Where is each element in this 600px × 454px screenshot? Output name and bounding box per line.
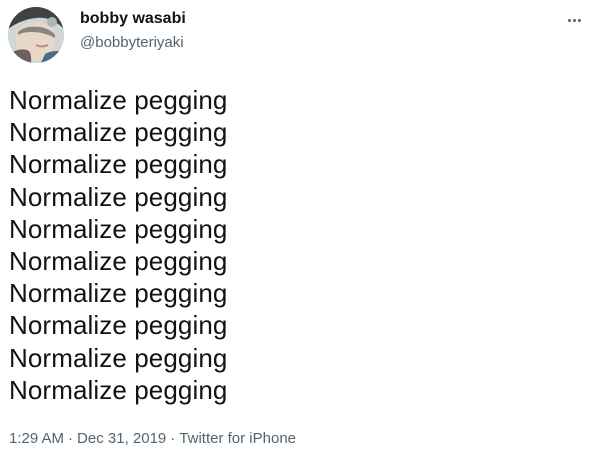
tweet-date-link[interactable]: Dec 31, 2019: [77, 430, 166, 447]
meta-separator: ·: [68, 430, 74, 447]
tweet-text-line: Normalize pegging: [9, 117, 228, 148]
tweet-text-line: Normalize pegging: [9, 213, 228, 244]
meta-separator: ·: [170, 430, 176, 447]
avatar[interactable]: [8, 7, 64, 63]
tweet-text-line: Normalize pegging: [9, 310, 228, 341]
tweet-header: bobby wasabi @bobbyteriyaki: [8, 7, 592, 65]
tweet-text-line: Normalize pegging: [9, 342, 228, 373]
avatar-image: [8, 7, 64, 63]
tweet-text-line: Normalize pegging: [9, 149, 228, 180]
tweet-text: Normalize pegging Normalize pegging Norm…: [9, 84, 569, 406]
tweet-text-line: Normalize pegging: [9, 374, 228, 405]
more-options-dot: [572, 18, 576, 22]
tweet-card: bobby wasabi @bobbyteriyaki Normalize pe…: [0, 0, 600, 454]
more-options-dot: [577, 18, 581, 22]
tweet-source-link[interactable]: Twitter for iPhone: [179, 430, 296, 447]
tweet-text-line: Normalize pegging: [9, 278, 228, 309]
tweet-meta: 1:29 AM · Dec 31, 2019 · Twitter for iPhone: [9, 429, 296, 449]
tweet-time-link[interactable]: 1:29 AM: [9, 430, 64, 447]
more-options-icon[interactable]: [562, 11, 586, 29]
username-handle[interactable]: @bobbyteriyaki: [80, 33, 186, 53]
more-options-dot: [567, 18, 571, 22]
tweet-text-line: Normalize pegging: [9, 181, 228, 212]
tweet-text-line: Normalize pegging: [9, 85, 228, 115]
display-name[interactable]: bobby wasabi: [80, 9, 186, 29]
tweet-text-line: Normalize pegging: [9, 246, 228, 277]
author-names: bobby wasabi @bobbyteriyaki: [80, 9, 186, 53]
